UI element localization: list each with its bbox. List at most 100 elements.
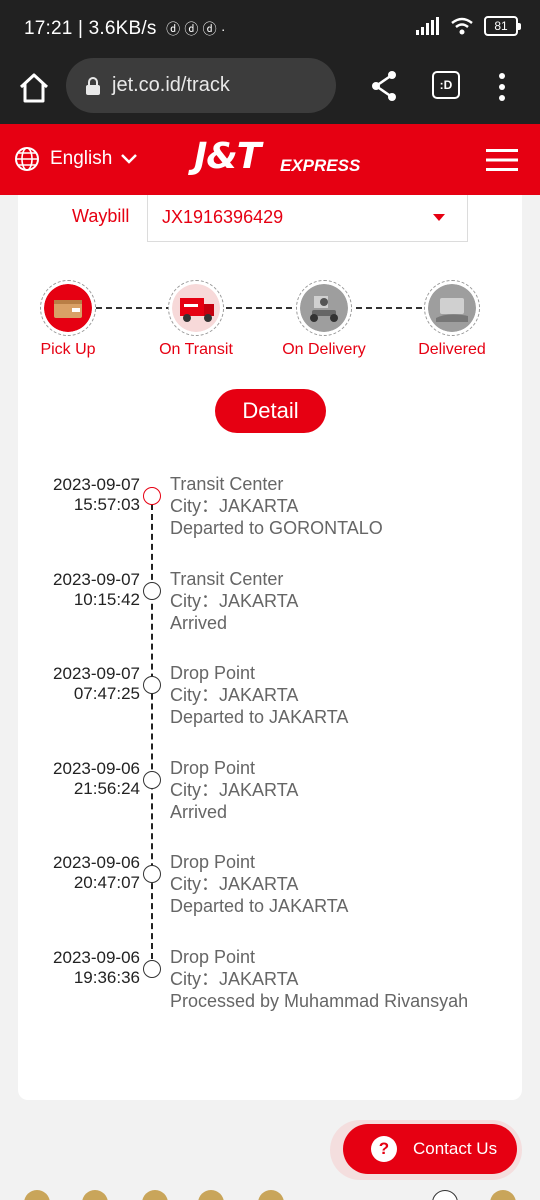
timeline-time: 21:56:24 <box>73 779 140 798</box>
wifi-icon <box>451 17 473 35</box>
timeline-item: 2023-09-07 07:47:25 Drop Point City：JAKA… <box>0 662 540 759</box>
timeline-dot <box>143 865 161 883</box>
globe-icon <box>15 147 39 171</box>
step-label: On Transit <box>159 341 233 358</box>
timeline-item: 2023-09-06 21:56:24 Drop Point City：JAKA… <box>0 757 540 854</box>
chevron-down-icon <box>121 154 138 164</box>
hamburger-menu-icon[interactable] <box>486 148 518 172</box>
timeline-datetime: 2023-09-07 07:47:25 <box>30 664 140 704</box>
partner-logo <box>432 1190 458 1200</box>
timeline-datetime: 2023-09-06 21:56:24 <box>30 759 140 799</box>
partner-logo <box>82 1190 108 1200</box>
timeline-title: Drop Point <box>170 663 256 683</box>
battery-icon: 81 <box>484 16 521 36</box>
timeline-status: Departed to GORONTALO <box>170 518 383 538</box>
tabs-button[interactable]: :D <box>432 71 460 99</box>
courier-icon <box>296 280 352 336</box>
language-selector[interactable]: English <box>14 146 138 172</box>
timeline-status: Arrived <box>170 802 228 822</box>
partner-logo <box>490 1190 516 1200</box>
timeline-city: City：JAKARTA <box>170 780 299 800</box>
waybill-value: JX1916396429 <box>162 207 284 227</box>
partner-logo <box>142 1190 168 1200</box>
browser-toolbar: jet.co.id/track :D <box>0 58 540 124</box>
timeline-date: 2023-09-07 <box>53 664 140 683</box>
timeline-details: Drop Point City：JAKARTA Departed to JAKA… <box>170 851 348 917</box>
timeline-dot <box>143 676 161 694</box>
step-on-transit: On Transit <box>136 280 256 359</box>
address-bar[interactable]: jet.co.id/track <box>66 58 336 113</box>
status-bar: 17:21 | 3.6KB/s ⓓ ⓓ ⓓ · 81 <box>0 0 540 58</box>
share-icon[interactable] <box>368 68 400 104</box>
language-label: English <box>50 148 113 169</box>
clock: 17:21 <box>24 18 73 39</box>
notification-icons: ⓓ ⓓ ⓓ · <box>166 21 226 37</box>
contact-us-label: Contact Us <box>413 1139 498 1158</box>
timeline-title: Drop Point <box>170 852 256 872</box>
overflow-menu-icon[interactable] <box>492 70 512 104</box>
tabs-label: :D <box>439 78 453 92</box>
partner-logo <box>258 1190 284 1200</box>
step-on-delivery: On Delivery <box>264 280 384 359</box>
partner-logos-strip <box>0 1186 540 1200</box>
step-label: Delivered <box>418 341 486 358</box>
timeline-title: Transit Center <box>170 474 284 494</box>
timeline-status: Departed to JAKARTA <box>170 896 349 916</box>
status-time: 17:21 | 3.6KB/s ⓓ ⓓ ⓓ · <box>24 18 226 39</box>
timeline-date: 2023-09-06 <box>53 759 140 778</box>
pickup-icon <box>40 280 96 336</box>
timeline-dot-active <box>143 487 161 505</box>
lock-icon <box>86 76 100 95</box>
detail-button[interactable]: Detail <box>215 389 326 433</box>
step-label: Pick Up <box>40 341 96 358</box>
timeline-time: 20:47:07 <box>73 873 140 892</box>
timeline-date: 2023-09-07 <box>53 475 140 494</box>
timeline-dot <box>143 582 161 600</box>
timeline-status: Processed by Muhammad Rivansyah <box>170 991 469 1011</box>
timeline-details: Drop Point City：JAKARTA Arrived <box>170 757 298 823</box>
waybill-select[interactable]: JX1916396429 <box>147 195 468 242</box>
timeline-title: Drop Point <box>170 758 256 778</box>
partner-logo <box>24 1190 50 1200</box>
timeline-city: City：JAKARTA <box>170 969 299 989</box>
timeline-datetime: 2023-09-06 20:47:07 <box>30 853 140 893</box>
waybill-label: Waybill <box>72 206 130 226</box>
status-icons: 81 <box>416 16 521 36</box>
package-icon <box>424 280 480 336</box>
signal-icon <box>416 17 439 35</box>
timeline-time: 10:15:42 <box>73 590 140 609</box>
truck-icon <box>168 280 224 336</box>
timeline-details: Drop Point City：JAKARTA Departed to JAKA… <box>170 662 348 728</box>
timeline-time: 19:36:36 <box>73 968 140 987</box>
timeline-datetime: 2023-09-06 19:36:36 <box>30 948 140 988</box>
timeline-date: 2023-09-06 <box>53 853 140 872</box>
timeline-city: City：JAKARTA <box>170 874 299 894</box>
timeline-details: Transit Center City：JAKARTA Arrived <box>170 568 298 634</box>
timeline-status: Arrived <box>170 613 228 633</box>
timeline-date: 2023-09-06 <box>53 948 140 967</box>
site-header: English J&T EXPRESS <box>0 124 540 195</box>
timeline-datetime: 2023-09-07 15:57:03 <box>30 475 140 515</box>
timeline-item: 2023-09-06 20:47:07 Drop Point City：JAKA… <box>0 851 540 948</box>
timeline-dot <box>143 960 161 978</box>
timeline-city: City：JAKARTA <box>170 496 299 516</box>
step-label: On Delivery <box>282 341 366 358</box>
contact-us-button[interactable]: ? Contact Us <box>343 1124 517 1174</box>
dropdown-caret-icon <box>433 214 445 221</box>
home-icon[interactable] <box>16 70 52 106</box>
timeline-title: Drop Point <box>170 947 256 967</box>
help-icon: ? <box>371 1136 397 1162</box>
jnt-logo[interactable]: J&T EXPRESS <box>190 134 360 184</box>
partner-logo <box>198 1190 224 1200</box>
timeline-dot <box>143 771 161 789</box>
timeline-item: 2023-09-07 15:57:03 Transit Center City：… <box>0 473 540 570</box>
timeline-item: 2023-09-07 10:15:42 Transit Center City：… <box>0 568 540 665</box>
logo-mark: J&T <box>194 136 261 177</box>
timeline-date: 2023-09-07 <box>53 570 140 589</box>
battery-level: 81 <box>494 19 508 33</box>
timeline-details: Transit Center City：JAKARTA Departed to … <box>170 473 383 539</box>
timeline-time: 07:47:25 <box>73 684 140 703</box>
timeline-time: 15:57:03 <box>73 495 140 514</box>
network-speed: 3.6KB/s <box>88 18 157 39</box>
timeline-city: City：JAKARTA <box>170 591 299 611</box>
